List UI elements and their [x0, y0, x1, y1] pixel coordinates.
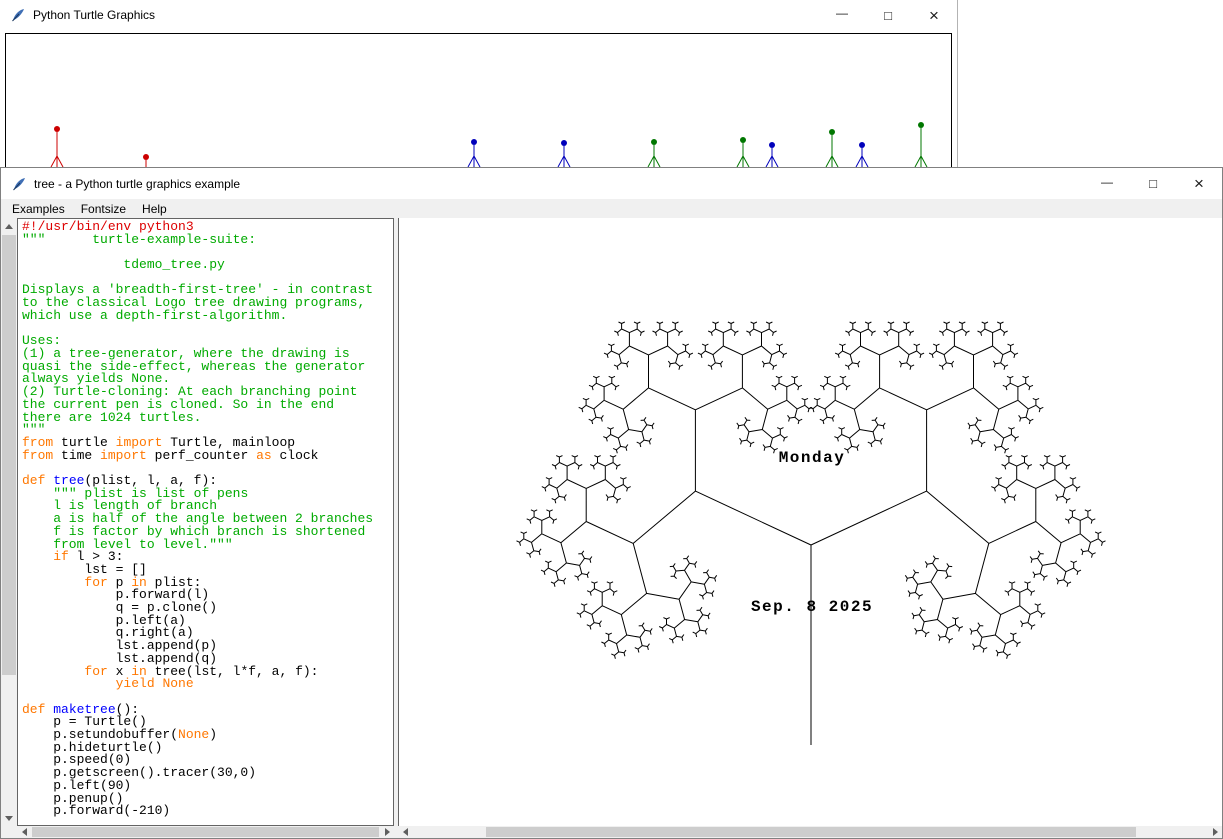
maximize-icon: □ [884, 9, 892, 22]
back-window-titlebar[interactable]: Python Turtle Graphics — □ × [0, 0, 957, 30]
turtle-figure [737, 137, 749, 167]
back-window-controls: — □ × [819, 0, 957, 30]
front-minimize-button[interactable]: — [1084, 168, 1130, 199]
menu-bar: Examples Fontsize Help [1, 199, 1222, 218]
menu-item-examples[interactable]: Examples [4, 200, 73, 218]
minimize-icon: — [1101, 176, 1113, 188]
code-line: from time import perf_counter as clock [22, 450, 393, 463]
turtle-figure [648, 139, 660, 167]
turtle-figure [856, 142, 868, 167]
front-window-titlebar[interactable]: tree - a Python turtle graphics example … [1, 168, 1222, 199]
arrow-right-icon [385, 828, 390, 836]
back-close-button[interactable]: × [911, 0, 957, 30]
arrow-left-icon [22, 828, 27, 836]
window-content: #!/usr/bin/env python3""" turtle-example… [1, 218, 1222, 838]
code-line: p.forward(-210) [22, 805, 393, 818]
arrow-up-icon [5, 224, 13, 229]
scroll-up-button[interactable] [1, 218, 17, 234]
turtle-figure [766, 142, 778, 167]
code-horizontal-scrollbar-thumb[interactable] [32, 827, 379, 837]
back-maximize-button[interactable]: □ [865, 0, 911, 30]
code-line: tdemo_tree.py [22, 259, 393, 272]
code-line [22, 323, 393, 336]
code-horizontal-scrollbar[interactable] [17, 826, 394, 838]
turtle-figure [143, 154, 149, 167]
code-editor[interactable]: #!/usr/bin/env python3""" turtle-example… [17, 218, 394, 826]
drawing-canvas: Monday Sep. 8 2025 [398, 218, 1222, 826]
canvas-horizontal-scrollbar-thumb[interactable] [486, 827, 1136, 837]
canvas-label: Monday [779, 449, 846, 467]
fractal-tree-drawing [399, 218, 1222, 826]
code-line: """ turtle-example-suite: [22, 234, 393, 247]
turtle-graphics-window: Python Turtle Graphics — □ × [0, 0, 958, 167]
back-minimize-button[interactable]: — [819, 0, 865, 30]
scroll-down-button[interactable] [1, 810, 17, 826]
scroll-left-button[interactable] [17, 826, 31, 838]
front-window-title: tree - a Python turtle graphics example [34, 177, 240, 191]
canvas-horizontal-scrollbar[interactable] [398, 826, 1222, 838]
minimize-icon: — [836, 7, 848, 19]
menu-item-help[interactable]: Help [134, 200, 175, 218]
arrow-right-icon [1213, 828, 1218, 836]
close-icon: × [929, 7, 939, 24]
scroll-right-button[interactable] [380, 826, 394, 838]
code-vertical-scrollbar-thumb[interactable] [2, 235, 16, 675]
turtle-figure [558, 140, 570, 167]
turtle-figure [468, 139, 480, 167]
turtle-figure [826, 129, 838, 167]
back-window-title: Python Turtle Graphics [33, 8, 155, 22]
tk-feather-icon [11, 176, 27, 192]
maximize-icon: □ [1149, 177, 1157, 190]
scroll-left-button[interactable] [398, 826, 412, 838]
close-icon: × [1194, 175, 1204, 192]
canvas-label: Sep. 8 2025 [751, 598, 873, 616]
scroll-right-button[interactable] [1208, 826, 1222, 838]
front-close-button[interactable]: × [1176, 168, 1222, 199]
turtledemo-window: tree - a Python turtle graphics example … [0, 167, 1223, 839]
tk-feather-icon [10, 7, 26, 23]
code-line: yield None [22, 678, 393, 691]
arrow-left-icon [403, 828, 408, 836]
turtle-graphics-canvas [5, 33, 952, 167]
menu-item-fontsize[interactable]: Fontsize [73, 200, 134, 218]
code-line: which use a depth-first-algorithm. [22, 310, 393, 323]
turtle-figures-drawing [6, 34, 951, 167]
front-window-controls: — □ × [1084, 168, 1222, 199]
turtle-figure [915, 122, 927, 167]
tree-branches [517, 322, 1106, 745]
front-maximize-button[interactable]: □ [1130, 168, 1176, 199]
turtle-figure [51, 126, 63, 167]
code-line: there are 1024 turtles. [22, 412, 393, 425]
arrow-down-icon [5, 816, 13, 821]
code-vertical-scrollbar[interactable] [1, 218, 17, 826]
